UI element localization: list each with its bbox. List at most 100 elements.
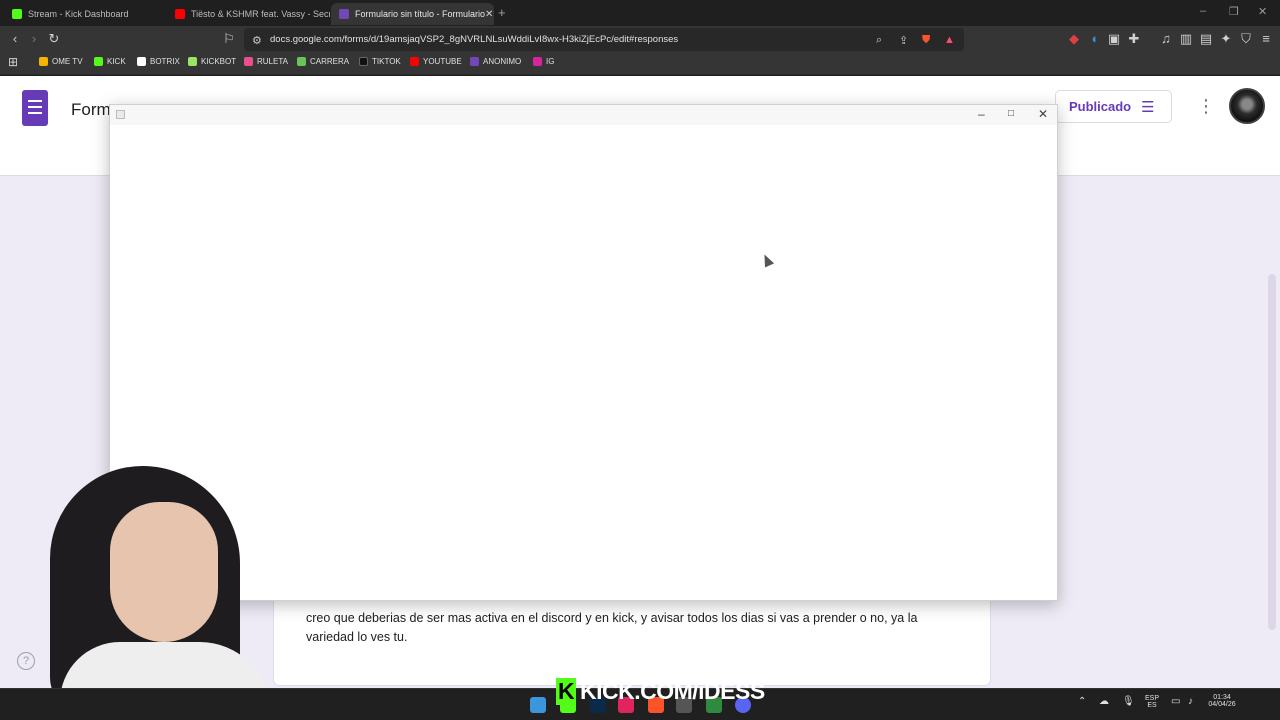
- new-tab-icon[interactable]: +: [498, 5, 506, 20]
- bookmark-kick[interactable]: KICK: [94, 57, 126, 66]
- anonimo-forms-icon: [470, 57, 479, 66]
- kickbot-icon: [188, 57, 197, 66]
- bookmark-label: KICKBOT: [201, 57, 237, 66]
- chevron-up-icon[interactable]: ⌃: [1078, 696, 1086, 707]
- published-label: Publicado: [1069, 99, 1132, 114]
- youtube-icon: [410, 57, 419, 66]
- share-icon[interactable]: ⇪: [899, 34, 908, 47]
- close-tab-icon[interactable]: ✕: [485, 9, 493, 20]
- kick-icon: [94, 57, 103, 66]
- bookmarks-bar: ⊞ OME TV KICK BOTRIX KICKBOT RULETA CARR…: [0, 53, 1280, 75]
- bookmark-icon[interactable]: ⚐: [220, 31, 238, 47]
- restore-window-icon[interactable]: ❐: [1229, 5, 1239, 18]
- apps-grid-icon[interactable]: ⊞: [4, 55, 22, 69]
- bookmark-ruleta[interactable]: RULETA: [244, 57, 288, 66]
- help-icon[interactable]: ?: [17, 652, 35, 670]
- tab-google-forms[interactable]: Formulario sin título - Formulario ✕: [331, 3, 494, 25]
- tab-title: Stream - Kick Dashboard: [28, 9, 129, 19]
- form-title[interactable]: Form: [71, 100, 111, 120]
- popup-minimize-icon[interactable]: –: [978, 107, 985, 121]
- browser-toolbar: ‹ › ↻ ⚐ ⚙ docs.google.com/forms/d/19amsj…: [0, 26, 1280, 53]
- leo-ai-icon[interactable]: ✦: [1217, 31, 1235, 47]
- tab-title: Tiësto & KSHMR feat. Vassy - Secrets: [191, 9, 330, 19]
- avatar[interactable]: [1229, 88, 1265, 124]
- bookmark-label: KICK: [107, 57, 126, 66]
- menu-icon[interactable]: ≡: [1257, 31, 1275, 46]
- tab-youtube[interactable]: Tiësto & KSHMR feat. Vassy - Secrets: [167, 3, 330, 25]
- ome-tv-icon: [39, 57, 48, 66]
- bookmark-kickbot[interactable]: KICKBOT: [188, 57, 236, 66]
- bookmark-tiktok[interactable]: TIKTOK: [359, 57, 401, 66]
- back-icon[interactable]: ‹: [6, 31, 24, 46]
- botrix-icon: [137, 57, 146, 66]
- clock-date: 04/04/26: [1208, 701, 1236, 708]
- sidebar-icon[interactable]: ▥: [1177, 31, 1195, 47]
- instagram-icon: [533, 57, 542, 66]
- bookmark-label: ANONIMO: [483, 57, 522, 66]
- forward-icon[interactable]: ›: [25, 31, 43, 46]
- extension-box-icon[interactable]: ▣: [1105, 31, 1123, 47]
- page-scrollbar[interactable]: [1268, 274, 1276, 630]
- popup-close-icon[interactable]: ✕: [1038, 107, 1048, 121]
- bookmark-label: IG: [546, 57, 555, 66]
- language-indicator[interactable]: ESP ES: [1140, 695, 1164, 709]
- volume-icon[interactable]: ♪: [1188, 696, 1193, 707]
- reload-icon[interactable]: ↻: [45, 31, 63, 47]
- extension-audio-icon[interactable]: ◖: [1085, 31, 1103, 46]
- tune-icon: ☰: [1141, 98, 1155, 116]
- media-control-icon[interactable]: ♫: [1157, 31, 1175, 46]
- forms-favicon-icon: [339, 9, 349, 19]
- clock-time: 01:34: [1213, 694, 1231, 701]
- bookmark-ig[interactable]: IG: [533, 57, 554, 66]
- network-icon[interactable]: ▭: [1171, 696, 1180, 707]
- brave-shields-icon[interactable]: ⛊: [922, 34, 930, 47]
- webcam-face: [110, 502, 218, 642]
- vpn-shield-icon[interactable]: ⛉: [1237, 31, 1255, 47]
- popup-maximize-icon[interactable]: □: [1008, 108, 1014, 119]
- address-bar[interactable]: ⚙ docs.google.com/forms/d/19amsjaqVSP2_8…: [244, 28, 964, 51]
- kick-logo-icon: K: [556, 678, 576, 705]
- tab-title: Formulario sin título - Formulario: [355, 9, 486, 19]
- more-options-icon[interactable]: ⋮: [1197, 96, 1215, 117]
- ruleta-icon: [244, 57, 253, 66]
- extensions-puzzle-icon[interactable]: ✚: [1125, 31, 1143, 47]
- bookmark-label: TIKTOK: [372, 57, 401, 66]
- tab-strip: Stream - Kick Dashboard Tiësto & KSHMR f…: [0, 0, 1280, 26]
- bookmark-carrera[interactable]: CARRERA: [297, 57, 349, 66]
- response-text: creo que deberias de ser mas activa en e…: [306, 611, 918, 644]
- keyboard-layout: ES: [1147, 702, 1157, 709]
- kick-brand-text: KICK.COM/iDESS: [580, 678, 765, 704]
- windows-start-icon[interactable]: [530, 697, 546, 713]
- onedrive-icon[interactable]: ☁: [1099, 696, 1109, 707]
- minimize-window-icon[interactable]: –: [1200, 5, 1206, 17]
- bookmark-label: RULETA: [257, 57, 288, 66]
- url-text: docs.google.com/forms/d/19amsjaqVSP2_8gN…: [270, 34, 679, 45]
- wallet-icon[interactable]: ▤: [1197, 31, 1215, 47]
- extension-red-icon[interactable]: ◆: [1065, 31, 1083, 47]
- bookmark-label: BOTRIX: [150, 57, 180, 66]
- carrera-icon: [297, 57, 306, 66]
- kick-favicon-icon: [12, 9, 22, 19]
- bookmark-anonimo[interactable]: ANONIMO: [470, 57, 521, 66]
- tab-kick-dashboard[interactable]: Stream - Kick Dashboard: [4, 3, 167, 25]
- published-button[interactable]: Publicado ☰: [1055, 90, 1172, 123]
- youtube-favicon-icon: [175, 9, 185, 19]
- bookmark-label: OME TV: [52, 57, 83, 66]
- close-window-icon[interactable]: ✕: [1258, 5, 1267, 18]
- language-code: ESP: [1144, 695, 1159, 702]
- bookmark-label: CARRERA: [310, 57, 350, 66]
- response-card: creo que deberias de ser mas activa en e…: [273, 596, 991, 686]
- webcam-overlay: [40, 462, 290, 720]
- popup-titlebar[interactable]: – □ ✕: [110, 105, 1057, 125]
- bookmark-botrix[interactable]: BOTRIX: [137, 57, 180, 66]
- bookmark-youtube[interactable]: YOUTUBE: [410, 57, 462, 66]
- bookmark-label: YOUTUBE: [423, 57, 462, 66]
- popup-page-icon: [116, 110, 125, 119]
- microphone-icon[interactable]: 🎙: [1122, 696, 1135, 707]
- site-info-icon[interactable]: ⚙: [252, 34, 262, 47]
- bookmark-ome-tv[interactable]: OME TV: [39, 57, 83, 66]
- zoom-icon[interactable]: ⌕: [876, 34, 882, 47]
- brave-rewards-icon[interactable]: ▲: [944, 34, 955, 46]
- google-forms-logo-icon[interactable]: [22, 90, 48, 126]
- clock[interactable]: 01:34 04/04/26: [1204, 694, 1240, 708]
